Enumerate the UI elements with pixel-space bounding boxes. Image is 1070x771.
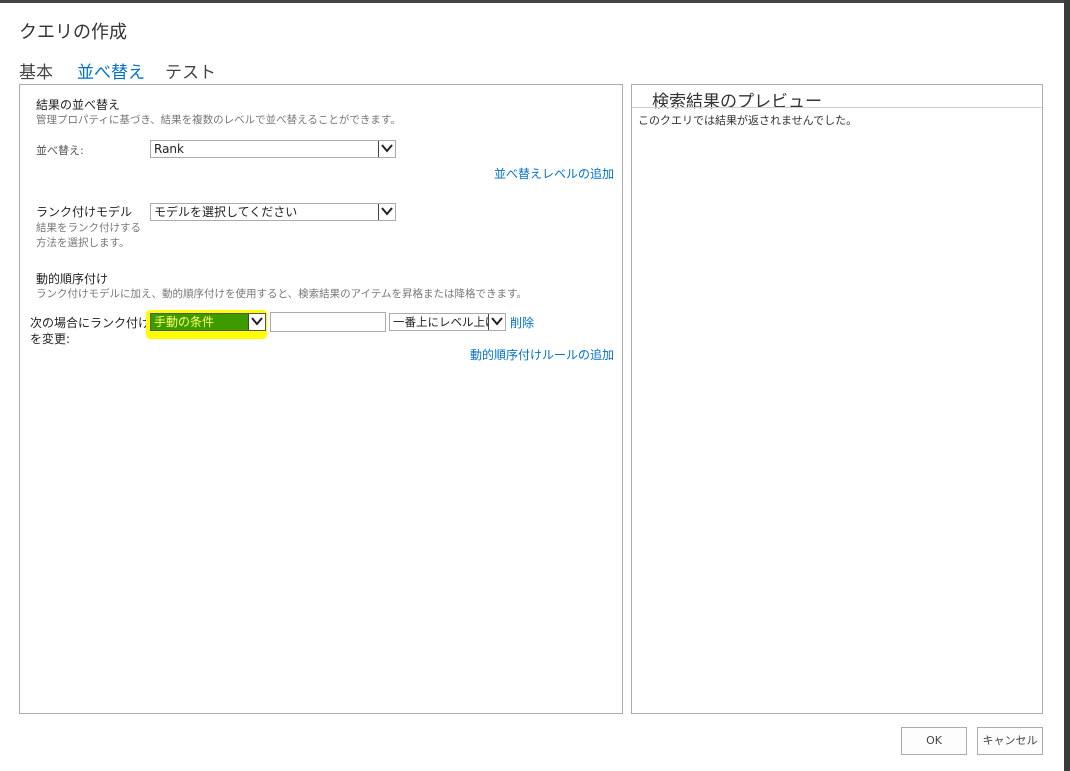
chevron-down-icon — [248, 314, 265, 330]
sort-section-description: 管理プロパティに基づき、結果を複数のレベルで並べ替えることができます。 — [36, 114, 401, 126]
sort-by-value: Rank — [154, 142, 184, 156]
ranking-model-value: モデルを選択してください — [154, 205, 298, 219]
condition-text-input[interactable] — [270, 312, 386, 332]
action-value: 一番上にレベル上げ — [393, 315, 497, 329]
add-sort-level-link[interactable]: 並べ替えレベルの追加 — [494, 165, 614, 182]
condition-select[interactable]: 手動の条件 — [150, 313, 266, 331]
chevron-down-icon — [378, 141, 395, 157]
cancel-button[interactable]: キャンセル — [977, 727, 1043, 755]
window-top-border — [0, 0, 1070, 3]
tab-test[interactable]: テスト — [165, 58, 216, 83]
tab-basic[interactable]: 基本 — [19, 58, 53, 83]
ranking-model-select[interactable]: モデルを選択してください — [150, 203, 396, 221]
window-right-border — [1064, 0, 1070, 771]
sort-section-title: 結果の並べ替え — [36, 98, 121, 112]
ok-button[interactable]: OK — [901, 727, 967, 755]
sort-by-select[interactable]: Rank — [150, 140, 396, 158]
action-select[interactable]: 一番上にレベル上げ — [389, 313, 506, 331]
rule-label-line1: 次の場合にランク付け — [30, 316, 151, 330]
dialog-title: クエリの作成 — [19, 22, 127, 43]
preview-panel: 検索結果のプレビュー このクエリでは結果が返されませんでした。 — [631, 84, 1043, 714]
preview-divider — [632, 107, 1042, 108]
sort-by-label: 並べ替え: — [36, 144, 84, 157]
rule-label-line2: を変更: — [30, 332, 71, 346]
ranking-model-desc-line1: 結果をランク付けする — [36, 222, 141, 234]
ranking-model-title: ランク付けモデル — [36, 205, 133, 219]
tab-sort[interactable]: 並べ替え — [77, 58, 145, 83]
preview-message: このクエリでは結果が返されませんでした。 — [638, 114, 858, 127]
add-dynamic-rule-link[interactable]: 動的順序付けルールの追加 — [470, 346, 614, 363]
delete-rule-link[interactable]: 削除 — [510, 314, 534, 331]
preview-title: 検索結果のプレビュー — [652, 92, 822, 112]
ranking-model-desc-line2: 方法を選択します。 — [36, 237, 130, 249]
dynamic-ordering-title: 動的順序付け — [36, 272, 109, 286]
chevron-down-icon — [488, 314, 505, 330]
chevron-down-icon — [378, 204, 395, 220]
condition-value: 手動の条件 — [154, 315, 215, 329]
dynamic-ordering-description: ランク付けモデルに加え、動的順序付けを使用すると、検索結果のアイテムを昇格または… — [36, 288, 527, 300]
sort-settings-panel: 結果の並べ替え 管理プロパティに基づき、結果を複数のレベルで並べ替えることができ… — [19, 84, 623, 714]
